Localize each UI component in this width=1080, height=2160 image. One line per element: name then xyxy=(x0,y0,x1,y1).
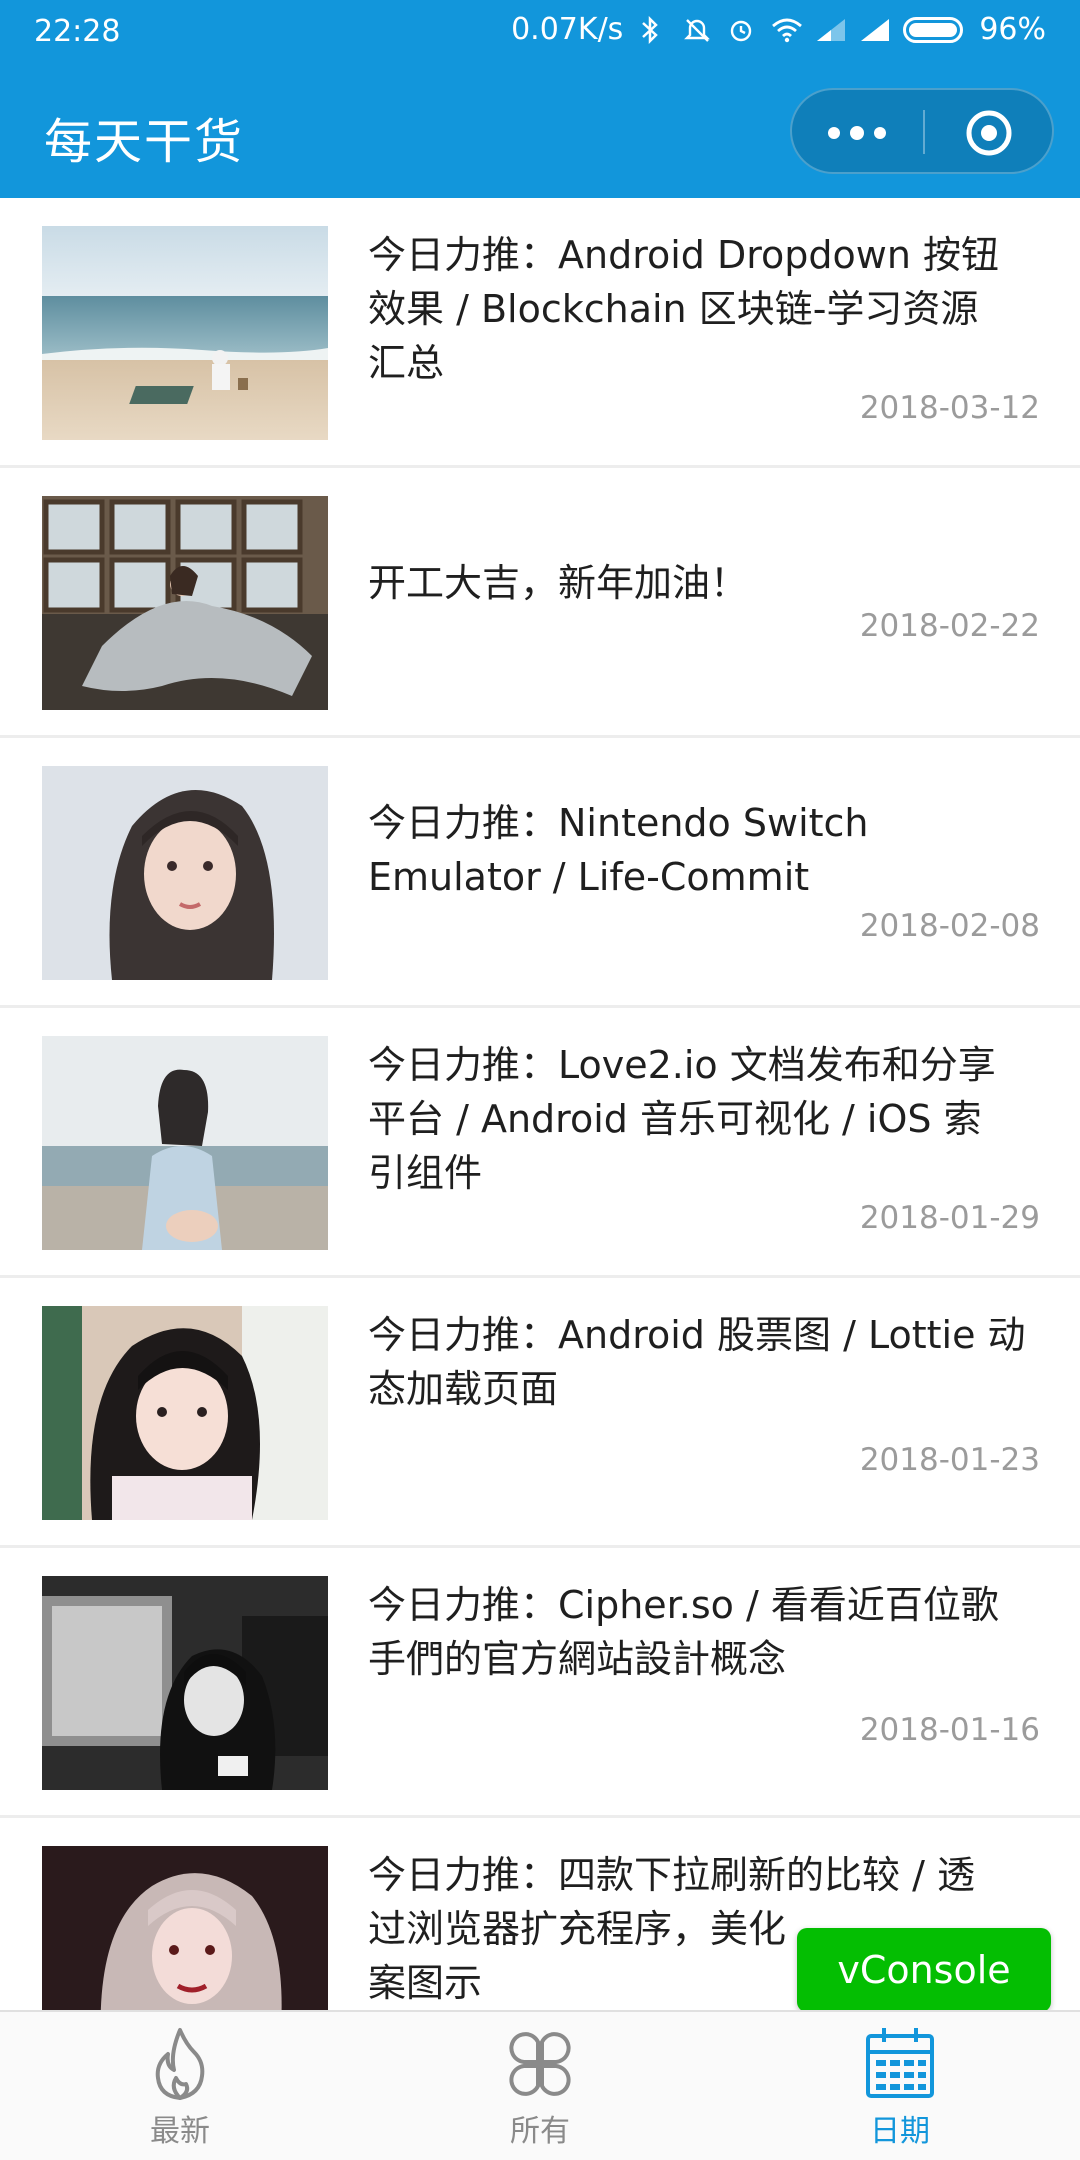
article-thumbnail xyxy=(42,1036,328,1250)
article-date: 2018-03-12 xyxy=(859,390,1040,426)
article-date: 2018-02-22 xyxy=(859,608,1040,644)
article-thumbnail xyxy=(42,1306,328,1520)
vconsole-button[interactable]: vConsole xyxy=(797,1928,1051,2012)
tab-date[interactable]: 日期 xyxy=(800,2024,1000,2150)
calendar-icon xyxy=(866,2028,934,2098)
article-date: 2018-02-08 xyxy=(859,908,1040,944)
article-thumbnail xyxy=(42,1576,328,1790)
article-thumbnail xyxy=(42,226,328,440)
tab-bar: 最新 所有 日期 xyxy=(0,2010,1080,2160)
article-title: 今日力推：Android Dropdown 按钮 效果 / Blockchain… xyxy=(368,233,1000,385)
status-bar: 22:28 0.07K/s 96% xyxy=(0,0,1080,66)
flame-icon xyxy=(155,2028,205,2100)
list-item[interactable]: 今日力推：Android Dropdown 按钮 效果 / Blockchain… xyxy=(0,198,1080,468)
signal-icon xyxy=(859,16,890,44)
article-title: 今日力推：Cipher.so / 看看近百位歌 手們的官方網站設計概念 xyxy=(368,1583,999,1681)
net-speed: 0.07K/s xyxy=(511,12,624,47)
more-button[interactable] xyxy=(828,116,892,150)
capsule-divider xyxy=(923,110,925,154)
list-item[interactable]: 开工大吉，新年加油！ 2018-02-22 xyxy=(0,468,1080,738)
page-title: 每天干货 xyxy=(44,114,245,170)
article-thumbnail xyxy=(42,1846,328,2010)
status-icons: 0.07K/s 96% xyxy=(511,12,1046,47)
tab-label: 最新 xyxy=(150,2114,210,2149)
header: 每天干货 xyxy=(0,66,1080,198)
article-thumbnail xyxy=(42,496,328,710)
battery-icon xyxy=(903,16,964,43)
clover-grid-icon xyxy=(509,2032,571,2096)
tab-latest[interactable]: 最新 xyxy=(80,2024,280,2150)
article-date: 2018-01-23 xyxy=(859,1442,1040,1478)
article-date: 2018-01-29 xyxy=(859,1200,1040,1236)
article-title: 今日力推：Android 股票图 / Lottie 动 态加载页面 xyxy=(368,1313,1026,1411)
article-title: 今日力推：Nintendo Switch Emulator / Life-Com… xyxy=(368,801,869,899)
status-time: 22:28 xyxy=(34,14,121,49)
article-title: 开工大吉，新年加油！ xyxy=(368,561,749,605)
battery-level: 96% xyxy=(979,12,1046,47)
tab-label: 所有 xyxy=(510,2114,570,2149)
tab-label: 日期 xyxy=(870,2114,930,2149)
list-item[interactable]: 今日力推：Android 股票图 / Lottie 动 态加载页面 2018-0… xyxy=(0,1278,1080,1548)
bluetooth-icon xyxy=(639,15,667,44)
list-item[interactable]: 今日力推：Love2.io 文档发布和分享 平台 / Android 音乐可视化… xyxy=(0,1008,1080,1278)
mute-icon xyxy=(683,16,711,44)
tab-all[interactable]: 所有 xyxy=(440,2024,640,2150)
mini-program-capsule xyxy=(790,88,1054,174)
wifi-icon xyxy=(771,16,803,44)
article-title: 今日力推：Love2.io 文档发布和分享 平台 / Android 音乐可视化… xyxy=(368,1043,996,1195)
list-item[interactable]: 今日力推：Cipher.so / 看看近百位歌 手們的官方網站設計概念 2018… xyxy=(0,1548,1080,1818)
list-item[interactable]: 今日力推：Nintendo Switch Emulator / Life-Com… xyxy=(0,738,1080,1008)
signal-icon xyxy=(815,16,846,44)
article-list: 今日力推：Android Dropdown 按钮 效果 / Blockchain… xyxy=(0,198,1080,2010)
target-icon xyxy=(966,110,1012,156)
alarm-icon xyxy=(727,16,755,44)
exit-button[interactable] xyxy=(964,108,1014,158)
article-thumbnail xyxy=(42,766,328,980)
article-date: 2018-01-16 xyxy=(859,1712,1040,1748)
